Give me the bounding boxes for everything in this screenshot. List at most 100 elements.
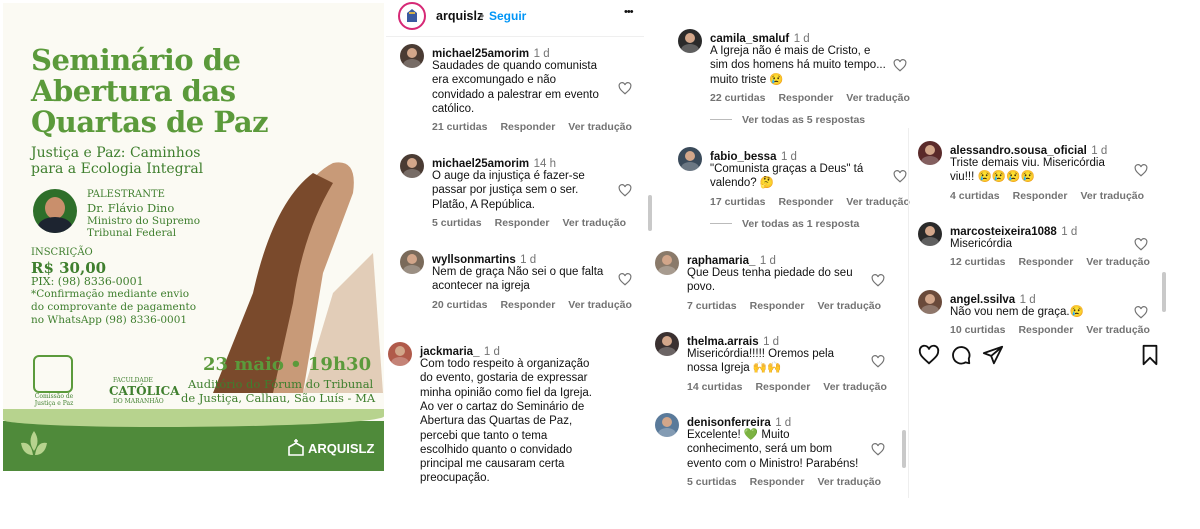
poster-title: Seminário de Abertura das Quartas de Paz <box>31 43 269 139</box>
reply-link[interactable]: Responder <box>1018 324 1073 336</box>
comment-text-line: A Igreja não é mais de Cristo, e <box>710 45 871 57</box>
comment-avatar[interactable] <box>918 141 942 165</box>
profile-avatar[interactable] <box>398 2 426 30</box>
comment-like-icon[interactable] <box>893 170 907 183</box>
likes-count[interactable]: 5 curtidas <box>432 217 482 229</box>
follow-button[interactable]: Seguir <box>489 9 526 23</box>
likes-count[interactable]: 7 curtidas <box>687 300 737 312</box>
comment-like-icon[interactable] <box>871 274 885 287</box>
comment-avatar[interactable] <box>655 251 679 275</box>
translate-link[interactable]: Ver tradução <box>817 300 881 312</box>
comment-avatar[interactable] <box>918 290 942 314</box>
more-options-button[interactable]: ••• <box>624 6 634 18</box>
comment-avatar[interactable] <box>400 44 424 68</box>
comment-text-line: povo. <box>687 281 716 294</box>
reply-link[interactable]: Responder <box>778 196 833 208</box>
translate-link[interactable]: Ver tradução <box>846 196 910 208</box>
translate-link[interactable]: Ver tradução <box>846 92 910 104</box>
translate-link[interactable]: Ver tradução <box>568 121 632 133</box>
comment-like-icon[interactable] <box>871 355 885 368</box>
likes-count[interactable]: 20 curtidas <box>432 299 487 311</box>
reply-link[interactable]: Responder <box>750 476 805 488</box>
comment-avatar[interactable] <box>400 154 424 178</box>
share-icon[interactable] <box>982 344 1004 366</box>
comment-text-line: Excelente! 💚 Muito <box>687 429 790 441</box>
translate-link[interactable]: Ver tradução <box>1086 256 1150 268</box>
comment-like-icon[interactable] <box>1134 306 1148 319</box>
comment-text-line: nossa Igreja 🙌🙌 <box>687 362 782 375</box>
reply-link[interactable]: Responder <box>1013 190 1068 202</box>
comment-like-icon[interactable] <box>618 81 632 95</box>
likes-count[interactable]: 21 curtidas <box>432 121 487 133</box>
translate-link[interactable]: Ver tradução <box>1080 190 1144 202</box>
comment-meta: 10 curtidas Responder Ver tradução <box>950 324 1150 336</box>
speaker-role-1: Ministro do Supremo <box>87 215 201 227</box>
comment-text-line: escolhido quanto o convidado <box>420 443 573 456</box>
likes-count[interactable]: 17 curtidas <box>710 196 765 208</box>
comment-meta: 14 curtidas Responder Ver tradução <box>687 381 887 393</box>
likes-count[interactable]: 4 curtidas <box>950 190 1000 202</box>
comment-text-line: Saudades de quando comunista <box>432 60 597 72</box>
scrollbar-col1[interactable] <box>648 195 652 231</box>
translate-link[interactable]: Ver tradução <box>568 299 632 311</box>
comment-avatar[interactable] <box>655 332 679 356</box>
comment-like-icon[interactable] <box>893 59 907 72</box>
comment-like-icon[interactable] <box>871 443 885 456</box>
reply-link[interactable]: Responder <box>778 92 833 104</box>
comment-text-line: principal me causaram certa <box>420 458 565 471</box>
comment-meta: 5 curtidas Responder Ver tradução <box>432 217 626 229</box>
reply-link[interactable]: Responder <box>755 381 810 393</box>
reply-link[interactable]: Responder <box>495 217 550 229</box>
likes-count[interactable]: 14 curtidas <box>687 381 742 393</box>
like-icon[interactable] <box>918 344 940 366</box>
comment-meta: 17 curtidas Responder Ver tradução <box>710 196 910 208</box>
translate-link[interactable]: Ver tradução <box>823 381 887 393</box>
reply-link[interactable]: Responder <box>750 300 805 312</box>
event-poster: Seminário de Abertura das Quartas de Paz… <box>3 3 384 471</box>
comment-text-line: "Comunista graças a Deus" tá <box>710 163 864 175</box>
comissao-logo-text: Comissão de Justiça e Paz <box>34 393 74 407</box>
comment-text-line: minha opinião como fiel da Igreja. <box>420 386 592 399</box>
comment-avatar[interactable] <box>655 413 679 437</box>
comment-like-icon[interactable] <box>1134 238 1148 251</box>
comment-text-line: Misericórdia <box>950 238 1012 250</box>
scrollbar-col3[interactable] <box>1162 272 1166 312</box>
likes-count[interactable]: 5 curtidas <box>687 476 737 488</box>
comment-avatar[interactable] <box>678 29 702 53</box>
scrollbar-col2[interactable] <box>902 430 906 468</box>
likes-count[interactable]: 12 curtidas <box>950 256 1005 268</box>
likes-count[interactable]: 10 curtidas <box>950 324 1005 336</box>
comment-text-line: passar por justiça sem o ser. <box>432 184 579 197</box>
comment-avatar[interactable] <box>918 222 942 246</box>
venue-line-1: Auditório do Fórum do Tribunal <box>188 377 374 391</box>
reply-link[interactable]: Responder <box>500 299 555 311</box>
comment-text-line: evento com o Ministro! Parabéns! <box>687 457 859 470</box>
view-replies-link[interactable]: Ver todas as 1 resposta <box>710 218 859 230</box>
header-username[interactable]: arquislz <box>436 9 483 23</box>
translate-link[interactable]: Ver tradução <box>817 476 881 488</box>
likes-count[interactable]: 22 curtidas <box>710 92 765 104</box>
header-dot: • <box>480 9 485 23</box>
comment-like-icon[interactable] <box>1134 164 1148 177</box>
save-icon[interactable] <box>1140 344 1160 366</box>
header-divider <box>386 36 644 37</box>
comment-icon[interactable] <box>950 344 972 366</box>
comment-avatar[interactable] <box>678 147 702 171</box>
reply-link[interactable]: Responder <box>1018 256 1073 268</box>
reply-link[interactable]: Responder <box>500 121 555 133</box>
faculdade-logo-line2: CATÓLICA <box>109 384 180 398</box>
comment-meta: 4 curtidas Responder Ver tradução <box>950 190 1144 202</box>
comment-like-icon[interactable] <box>618 273 632 286</box>
comment-avatar[interactable] <box>388 342 412 366</box>
comment-like-icon[interactable] <box>618 184 632 197</box>
comment-text-line: Misericórdia!!!!! Oremos pela <box>687 348 834 360</box>
translate-link[interactable]: Ver tradução <box>562 217 626 229</box>
venue-line-2: de Justiça, Calhau, São Luís - MA <box>181 391 376 405</box>
translate-link[interactable]: Ver tradução <box>1086 324 1150 336</box>
pix: PIX: (98) 8336-0001 <box>31 275 144 288</box>
poster-footer-band: ARQUISLZ <box>3 409 384 471</box>
comment-meta: 7 curtidas Responder Ver tradução <box>687 300 881 312</box>
view-replies-link[interactable]: Ver todas as 5 respostas <box>710 114 865 126</box>
note-line-2: do comprovante de pagamento <box>31 301 197 313</box>
comment-avatar[interactable] <box>400 250 424 274</box>
